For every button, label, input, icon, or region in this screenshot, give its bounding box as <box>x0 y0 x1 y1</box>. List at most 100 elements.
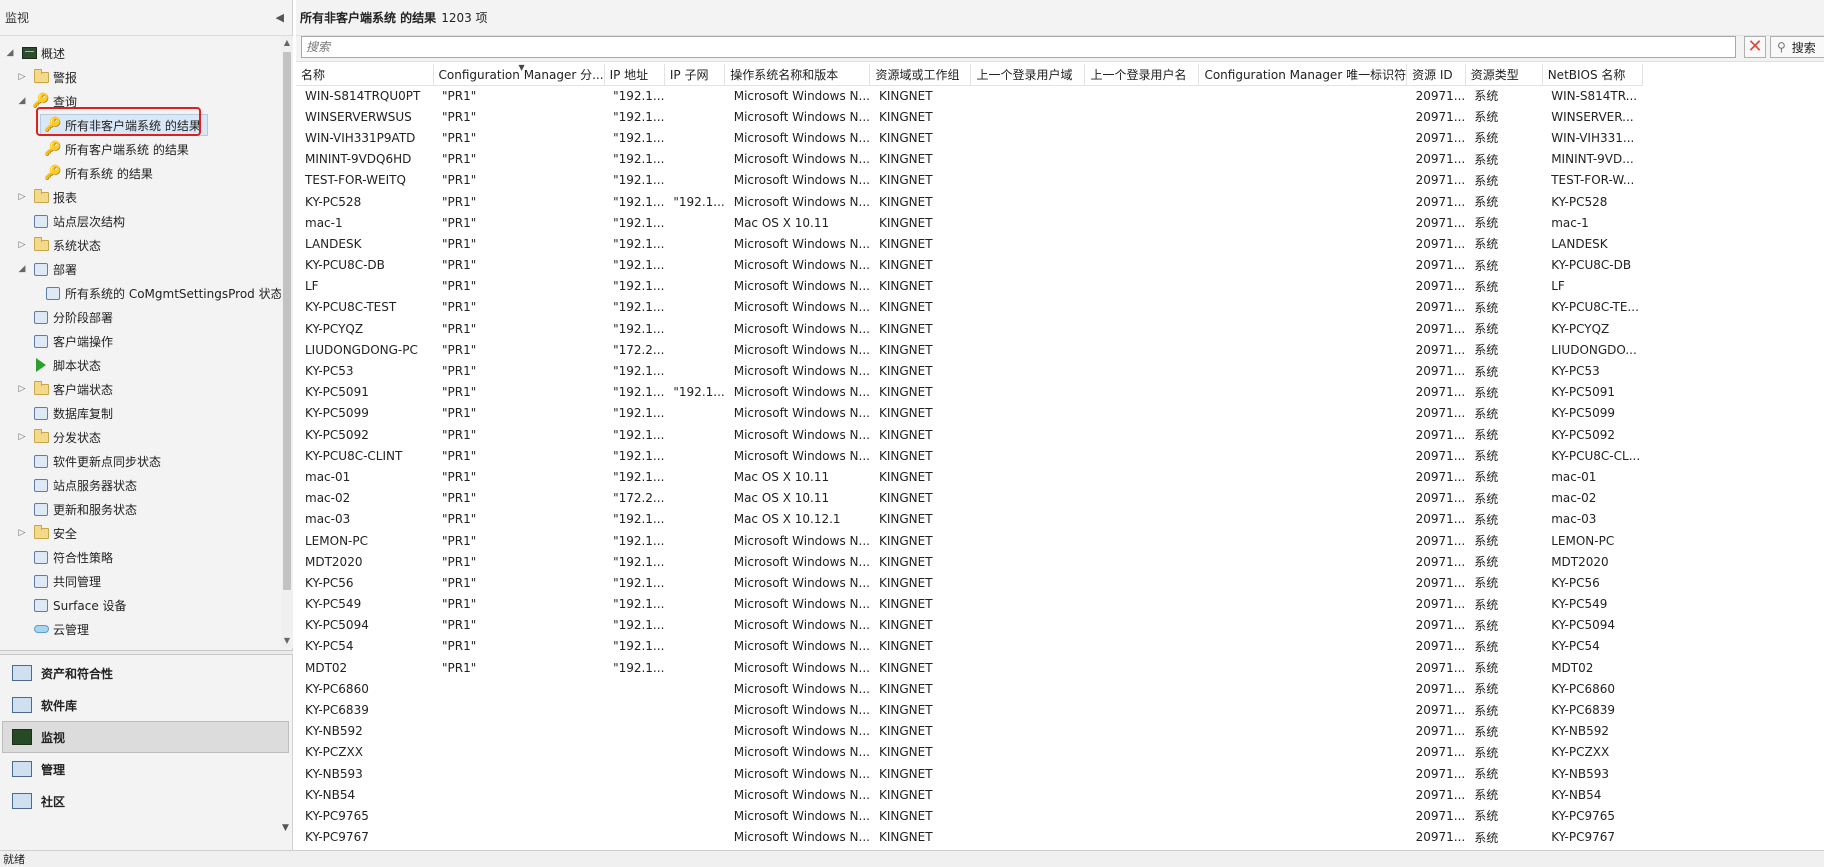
table-row[interactable]: KY-PCU8C-DB "PR1" "192.1... Microsoft Windo… <box>296 255 1642 276</box>
tree-item-13[interactable]: 脚本状态 <box>0 353 281 377</box>
tree-item-box[interactable]: 数据库复制 <box>28 402 120 424</box>
workspace-community[interactable]: 社区 <box>2 785 289 817</box>
table-row[interactable]: KY-NB592 Microsoft Windows N... KINGNET 209… <box>296 721 1642 742</box>
table-row[interactable]: WIN-S814TRQU0PT "PR1" "192.1... Microsoft W… <box>296 85 1642 106</box>
tree-item-16[interactable]: ▷ 分发状态 <box>0 425 281 449</box>
table-row[interactable]: WINSERVERWSUS "PR1" "192.1... Microsoft Win… <box>296 106 1642 127</box>
tree-item-box[interactable]: 🔑 所有非客户端系统 的结果 <box>40 114 208 136</box>
tree-item-12[interactable]: 客户端操作 <box>0 329 281 353</box>
tree-item-6[interactable]: ▷ 报表 <box>0 185 281 209</box>
table-row[interactable]: LF "PR1" "192.1... Microsoft Windows N... KI… <box>296 276 1642 297</box>
table-row[interactable]: KY-PC549 "PR1" "192.1... Microsoft Windows … <box>296 594 1642 615</box>
tree-item-box[interactable]: 警报 <box>28 66 84 88</box>
table-row[interactable]: TEST-FOR-WEITQ "PR1" "192.1... Microsoft Wi… <box>296 170 1642 191</box>
tree-item-21[interactable]: 符合性策略 <box>0 545 281 569</box>
expand-icon[interactable]: ▷ <box>16 384 28 394</box>
table-row[interactable]: KY-PC5091 "PR1" "192.1... "192.1... Microsof… <box>296 382 1642 403</box>
expand-icon[interactable]: ▷ <box>16 432 28 442</box>
tree-item-24[interactable]: 云管理 <box>0 617 281 641</box>
table-row[interactable]: KY-PC5094 "PR1" "192.1... Microsoft Windows… <box>296 615 1642 636</box>
column-header-2[interactable]: IP 地址 <box>604 64 665 86</box>
tree-item-box[interactable]: 部署 <box>28 258 84 280</box>
tree-item-box[interactable]: 报表 <box>28 186 84 208</box>
tree-item-box[interactable]: 系统状态 <box>28 234 108 256</box>
table-row[interactable]: KY-PCU8C-TEST "PR1" "192.1... Microsoft Win… <box>296 297 1642 318</box>
table-row[interactable]: KY-PC528 "PR1" "192.1... "192.1... Microsoft… <box>296 191 1642 212</box>
column-header-5[interactable]: 资源域或工作组 <box>869 64 972 86</box>
tree-item-14[interactable]: ▷ 客户端状态 <box>0 377 281 401</box>
table-row[interactable]: KY-PCYQZ "PR1" "192.1... Microsoft Windows … <box>296 318 1642 339</box>
column-header-6[interactable]: 上一个登录用户域 <box>970 64 1086 86</box>
collapse-icon[interactable]: ◢ <box>16 264 28 274</box>
tree-item-box[interactable]: 安全 <box>28 522 84 544</box>
column-header-11[interactable]: NetBIOS 名称 <box>1542 64 1643 86</box>
expand-icon[interactable]: ▷ <box>16 528 28 538</box>
tree-item-box[interactable]: 客户端操作 <box>28 330 120 352</box>
scroll-up-icon[interactable]: ▲ <box>281 36 293 50</box>
tree-item-box[interactable]: 更新和服务状态 <box>28 498 144 520</box>
clear-search-button[interactable]: ✕ <box>1744 36 1766 58</box>
table-row[interactable]: KY-NB593 Microsoft Windows N... KINGNET 209… <box>296 763 1642 784</box>
tree-item-4[interactable]: 🔑 所有客户端系统 的结果 <box>0 137 281 161</box>
tree-item-box[interactable]: 概述 <box>16 42 72 64</box>
table-row[interactable]: KY-PC5092 "PR1" "192.1... Microsoft Windows… <box>296 424 1642 445</box>
expand-icon[interactable]: ▷ <box>16 192 28 202</box>
tree-item-box[interactable]: 站点层次结构 <box>28 210 132 232</box>
table-row[interactable]: LANDESK "PR1" "192.1... Microsoft Windows N… <box>296 233 1642 254</box>
search-button[interactable]: ⚲ 搜索 <box>1770 36 1824 58</box>
more-workspaces-icon[interactable]: ▼ <box>282 823 289 833</box>
tree-item-box[interactable]: 分发状态 <box>28 426 108 448</box>
tree-item-9[interactable]: ◢ 部署 <box>0 257 281 281</box>
workspace-software-library[interactable]: 软件库 <box>2 689 289 721</box>
tree-item-1[interactable]: ▷ 警报 <box>0 65 281 89</box>
tree-item-0[interactable]: ◢ 概述 <box>0 41 281 65</box>
expand-icon[interactable]: ▷ <box>16 72 28 82</box>
tree-item-5[interactable]: 🔑 所有系统 的结果 <box>0 161 281 185</box>
tree-item-22[interactable]: 共同管理 <box>0 569 281 593</box>
scroll-down-icon[interactable]: ▼ <box>281 634 293 648</box>
table-row[interactable]: KY-PC6860 Microsoft Windows N... KINGNET 20… <box>296 678 1642 699</box>
tree-item-15[interactable]: 数据库复制 <box>0 401 281 425</box>
table-row[interactable]: KY-PC9765 Microsoft Windows N... KINGNET 20… <box>296 805 1642 826</box>
tree-item-8[interactable]: ▷ 系统状态 <box>0 233 281 257</box>
table-row[interactable]: LEMON-PC "PR1" "192.1... Microsoft Windows … <box>296 530 1642 551</box>
table-row[interactable]: KY-PC53 "PR1" "192.1... Microsoft Windows N… <box>296 360 1642 381</box>
tree-item-box[interactable]: 🔑 所有系统 的结果 <box>40 162 160 184</box>
tree-item-18[interactable]: 站点服务器状态 <box>0 473 281 497</box>
tree-item-2[interactable]: ◢ 🔑 查询 <box>0 89 281 113</box>
collapse-pane-icon[interactable]: ◀ <box>276 11 284 24</box>
tree-item-box[interactable]: 🔑 所有客户端系统 的结果 <box>40 138 196 160</box>
collapse-icon[interactable]: ◢ <box>4 48 16 58</box>
workspace-assets-compliance[interactable]: 资产和符合性 <box>2 657 289 689</box>
tree-item-box[interactable]: 软件更新点同步状态 <box>28 450 168 472</box>
tree-item-box[interactable]: 云管理 <box>28 618 96 640</box>
tree-item-19[interactable]: 更新和服务状态 <box>0 497 281 521</box>
scrollbar-thumb[interactable] <box>283 52 291 590</box>
column-header-7[interactable]: 上一个登录用户名 <box>1084 64 1200 86</box>
tree-item-box[interactable]: 客户端状态 <box>28 378 120 400</box>
table-row[interactable]: KY-PC54 "PR1" "192.1... Microsoft Windows N… <box>296 636 1642 657</box>
table-row[interactable]: mac-03 "PR1" "192.1... Mac OS X 10.12.1 KING… <box>296 509 1642 530</box>
column-header-3[interactable]: IP 子网 <box>664 64 726 86</box>
table-row[interactable]: KY-PC56 "PR1" "192.1... Microsoft Windows N… <box>296 572 1642 593</box>
table-row[interactable]: KY-PCU8C-CLINT "PR1" "192.1... Microsoft Wi… <box>296 445 1642 466</box>
column-header-10[interactable]: 资源类型 <box>1465 64 1543 86</box>
column-header-0[interactable]: 名称 <box>296 64 434 86</box>
table-row[interactable]: KY-PC6839 Microsoft Windows N... KINGNET 20… <box>296 699 1642 720</box>
tree-item-box[interactable]: Surface 设备 <box>28 594 134 616</box>
tree-item-box[interactable]: 分阶段部署 <box>28 306 120 328</box>
tree-item-box[interactable]: 站点服务器状态 <box>28 474 144 496</box>
tree-item-20[interactable]: ▷ 安全 <box>0 521 281 545</box>
tree-item-box[interactable]: 所有系统的 CoMgmtSettingsProd 状态 <box>40 282 281 304</box>
workspace-administration[interactable]: 管理 <box>2 753 289 785</box>
tree-item-box[interactable]: 共同管理 <box>28 570 108 592</box>
table-row[interactable]: LIUDONGDONG-PC "PR1" "172.2... Microsoft Wi… <box>296 339 1642 360</box>
table-row[interactable]: KY-PC5099 "PR1" "192.1... Microsoft Windows… <box>296 403 1642 424</box>
table-row[interactable]: mac-01 "PR1" "192.1... Mac OS X 10.11 KINGNE… <box>296 466 1642 487</box>
tree-item-10[interactable]: 所有系统的 CoMgmtSettingsProd 状态 <box>0 281 281 305</box>
table-row[interactable]: mac-1 "PR1" "192.1... Mac OS X 10.11 KINGNET… <box>296 212 1642 233</box>
table-row[interactable]: mac-02 "PR1" "172.2... Mac OS X 10.11 KINGNE… <box>296 488 1642 509</box>
tree-item-7[interactable]: 站点层次结构 <box>0 209 281 233</box>
column-header-8[interactable]: Configuration Manager 唯一标识符 <box>1198 64 1408 86</box>
tree-item-box[interactable]: 符合性策略 <box>28 546 120 568</box>
